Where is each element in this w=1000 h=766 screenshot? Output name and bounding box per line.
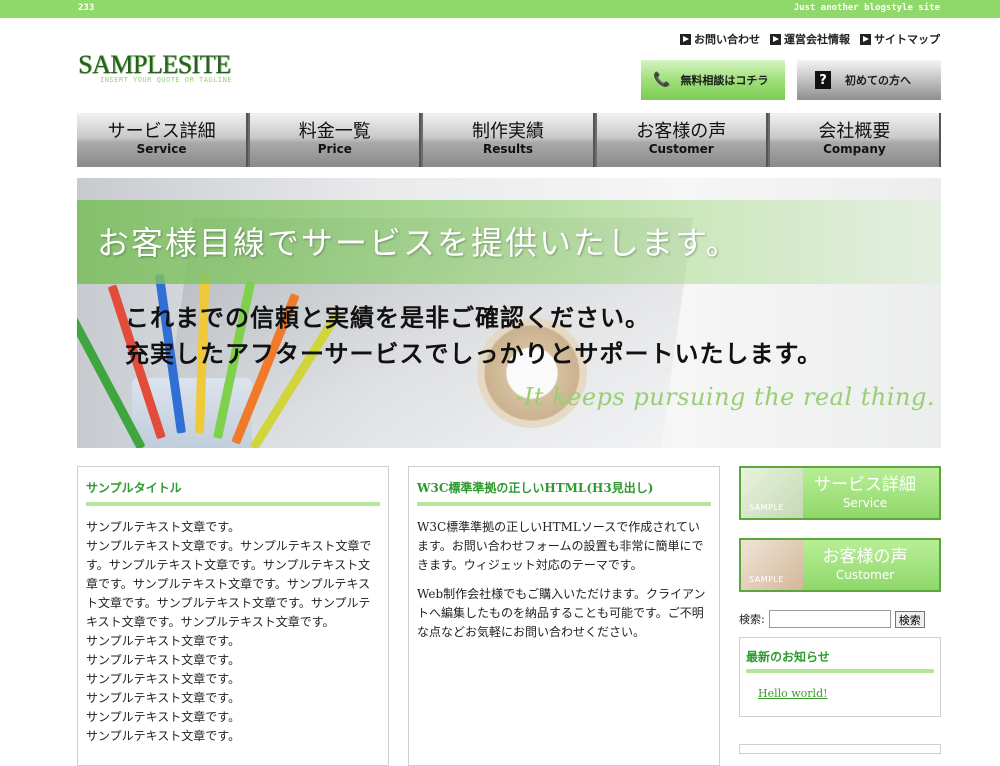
free-consultation-label: 無料相談はコチラ: [680, 74, 769, 87]
text-line: サンプルテキスト文章です。: [86, 672, 241, 686]
nav-label-en: Customer: [648, 142, 714, 156]
free-consultation-button[interactable]: 📞 無料相談はコチラ: [641, 60, 785, 100]
nav-price[interactable]: 料金一覧 Price: [250, 113, 422, 167]
paragraph: Web制作会社様でもご購入いただけます。クライアントへ編集したものを納品すること…: [417, 587, 706, 639]
hero-line-1: これまでの信頼と実績を是非ご確認ください。: [125, 303, 650, 332]
nav-label-jp: サービス詳細: [107, 121, 216, 142]
question-icon: ?: [815, 71, 831, 89]
box-title: サンプルタイトル: [86, 479, 380, 506]
sample-watermark: SAMPLE: [749, 503, 784, 512]
text-line: サンプルテキスト文章です。: [86, 710, 241, 724]
box-body: W3C標準準拠の正しいHTMLソースで作成されています。お問い合わせフォームの設…: [417, 518, 711, 642]
phone-icon: 📞: [653, 72, 671, 88]
text-line: サンプルテキスト文章です。: [86, 520, 241, 534]
nav-label-jp: 料金一覧: [298, 121, 371, 142]
link-contact[interactable]: お問い合わせ: [680, 31, 760, 47]
nav-company[interactable]: 会社概要 Company: [769, 113, 942, 167]
site-description: Just another blogstyle site: [793, 3, 940, 13]
nav-label-jp: お客様の声: [636, 121, 727, 142]
top-strip-left-text: 233: [78, 3, 95, 13]
first-time-button[interactable]: ? 初めての方へ: [797, 60, 941, 100]
nav-results[interactable]: 制作実績 Results: [423, 113, 595, 167]
sidebar-button-label-jp: お客様の声: [822, 547, 908, 567]
search-label: 検索:: [739, 613, 765, 626]
sample-watermark: SAMPLE: [749, 575, 784, 584]
nav-label-en: Service: [136, 142, 187, 156]
paragraph: W3C標準準拠の正しいHTMLソースで作成されています。お問い合わせフォームの設…: [417, 520, 704, 572]
search-input[interactable]: [768, 610, 891, 628]
nav-label-en: Price: [317, 142, 352, 156]
nav-label-jp: 制作実績: [472, 121, 544, 142]
text-line: サンプルテキスト文章です。: [86, 634, 241, 648]
text-line: サンプルテキスト文章です。: [86, 729, 241, 743]
link-sitemap[interactable]: サイトマップ: [860, 31, 940, 47]
nav-label-en: Results: [482, 142, 534, 156]
sidebar-widget-partial: [739, 744, 941, 754]
site-logo[interactable]: SAMPLESITE INSERT YOUR QUOTE OR TAGLINE: [78, 52, 278, 92]
nav-service[interactable]: サービス詳細 Service: [77, 113, 249, 167]
hero-english-tagline: -It keeps pursuing the real thing.: [515, 383, 935, 411]
box-title: W3C標準準拠の正しいHTML(H3見出し): [417, 479, 711, 506]
main-nav: サービス詳細 Service 料金一覧 Price 制作実績 Results お…: [77, 113, 942, 167]
content-box-sample: サンプルタイトル サンプルテキスト文章です。 サンプルテキスト文章です。サンプル…: [77, 466, 389, 766]
nav-label-jp: 会社概要: [818, 121, 891, 142]
hero-line-2: 充実したアフターサービスでしっかりとサポートいたします。: [125, 339, 823, 368]
utility-links: お問い合わせ 運営会社情報 サイトマップ: [680, 31, 940, 47]
text-line: サンプルテキスト文章です。サンプルテキスト文章です。サンプルテキスト文章です。サ…: [86, 539, 372, 629]
logo-name: SAMPLESITE: [78, 50, 231, 79]
hero-title: お客様目線でサービスを提供いたします。: [97, 224, 740, 262]
arrow-right-icon: [770, 33, 781, 45]
nav-label-en: Company: [823, 142, 886, 156]
hero-banner: お客様目線でサービスを提供いたします。 これまでの信頼と実績を是非ご確認ください…: [77, 178, 941, 448]
arrow-right-icon: [680, 33, 691, 45]
top-strip: 233 Just another blogstyle site: [0, 0, 1000, 18]
box-body: サンプルテキスト文章です。 サンプルテキスト文章です。サンプルテキスト文章です。…: [86, 518, 380, 746]
sidebar-button-label-en: Customer: [835, 568, 895, 582]
sidebar-service-button[interactable]: SAMPLE サービス詳細 Service: [739, 466, 941, 520]
news-link[interactable]: Hello world!: [758, 687, 940, 700]
text-line: サンプルテキスト文章です。: [86, 653, 241, 667]
first-time-label: 初めての方へ: [845, 74, 911, 87]
arrow-right-icon: [860, 33, 871, 45]
search-button[interactable]: 検索: [894, 610, 925, 628]
sidebar-button-label-jp: サービス詳細: [814, 475, 916, 495]
link-company-info[interactable]: 運営会社情報: [770, 31, 850, 47]
link-contact-label: お問い合わせ: [694, 33, 760, 46]
sidebar-customer-button[interactable]: SAMPLE お客様の声 Customer: [739, 538, 941, 592]
text-line: サンプルテキスト文章です。: [86, 691, 241, 705]
sidebar-button-label-en: Service: [842, 496, 888, 510]
news-widget: 最新のお知らせ Hello world!: [739, 637, 941, 717]
content-box-w3c: W3C標準準拠の正しいHTML(H3見出し) W3C標準準拠の正しいHTMLソー…: [408, 466, 720, 766]
link-company-info-label: 運営会社情報: [784, 33, 850, 46]
news-title: 最新のお知らせ: [746, 648, 934, 673]
link-sitemap-label: サイトマップ: [874, 33, 940, 46]
search-form: 検索: 検索: [739, 610, 925, 628]
nav-customer[interactable]: お客様の声 Customer: [596, 113, 768, 167]
logo-tagline: INSERT YOUR QUOTE OR TAGLINE: [100, 76, 233, 84]
